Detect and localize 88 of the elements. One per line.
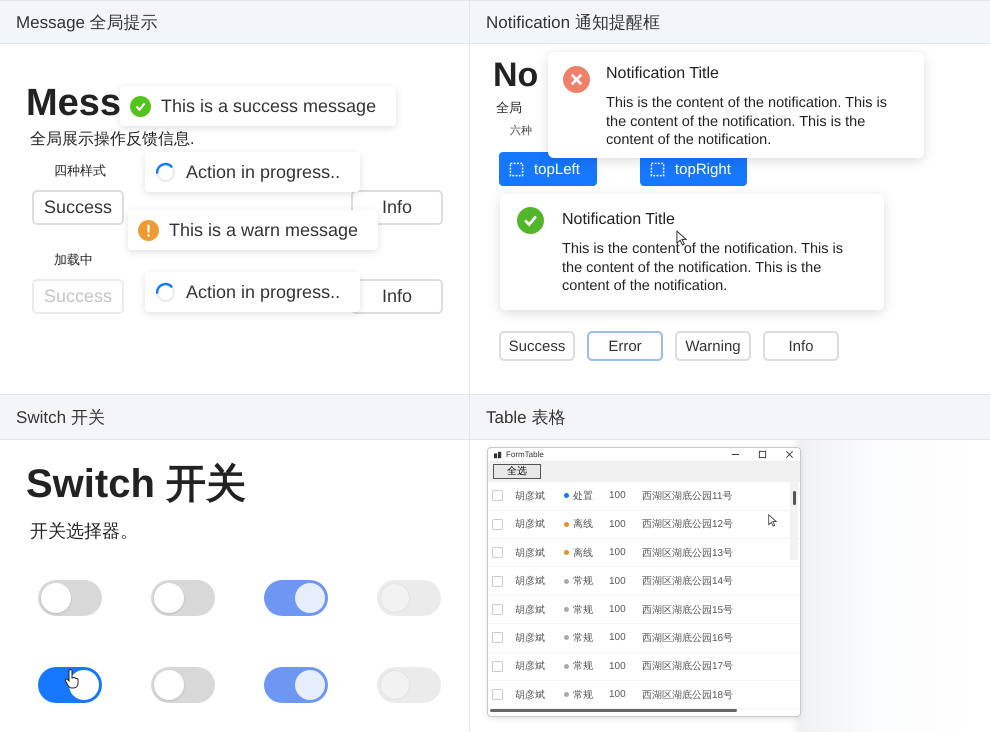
table-cell-text: 100 bbox=[609, 576, 627, 587]
table-cell-text: 西湖区湖底公园16号 bbox=[642, 632, 734, 645]
table-cell-text: 西湖区湖底公园13号 bbox=[642, 546, 734, 560]
table-cell-text: 离线 bbox=[573, 546, 594, 560]
app-icon bbox=[494, 450, 502, 459]
toggle-switch[interactable] bbox=[38, 580, 102, 616]
close-icon[interactable] bbox=[785, 450, 794, 460]
table-cell-text: 常规 bbox=[573, 574, 594, 588]
toast-text: Action in progress.. bbox=[186, 282, 340, 302]
table-cell-text: 西湖区湖底公园15号 bbox=[642, 604, 734, 616]
loading-spinner-icon bbox=[155, 282, 176, 302]
table-cell-text: 胡彦斌 bbox=[515, 660, 546, 674]
table-cell-text: 100 bbox=[609, 660, 627, 672]
demo-button[interactable]: Info bbox=[351, 279, 443, 314]
page-heading: Mess bbox=[26, 84, 122, 122]
section-header: Message 全局提示 bbox=[0, 0, 470, 44]
table-cell-text: 西湖区湖底公园18号 bbox=[642, 688, 734, 702]
section-header: Notification 通知提醒框 bbox=[470, 0, 990, 44]
vertical-scrollbar[interactable] bbox=[790, 482, 798, 560]
table-cell-text: 胡彦斌 bbox=[515, 632, 546, 645]
dashed-square-icon bbox=[650, 162, 665, 176]
select-all-button[interactable]: 全选 bbox=[493, 464, 541, 480]
loading-spinner-icon bbox=[155, 162, 176, 182]
toast-text: This is a success message bbox=[161, 96, 376, 116]
table-cell-text: 胡彦斌 bbox=[515, 688, 546, 702]
table-cell-text: 100 bbox=[609, 689, 627, 700]
table-cell-text: 常规 bbox=[573, 660, 594, 674]
table-cell-text: 西湖区湖底公园12号 bbox=[642, 518, 734, 532]
group-label: 加载中 bbox=[54, 251, 93, 269]
type-button[interactable]: Error bbox=[587, 331, 663, 361]
notification-title: Notification Title bbox=[606, 64, 720, 84]
table-cell-text: 常规 bbox=[573, 688, 594, 702]
table-cell-text: 胡彦斌 bbox=[515, 604, 546, 616]
type-button[interactable]: Info bbox=[763, 331, 839, 361]
table-cell-text: 西湖区湖底公园17号 bbox=[642, 660, 734, 674]
row-checkbox[interactable] bbox=[492, 490, 503, 502]
error-icon bbox=[563, 66, 590, 93]
table-cell-text: 常规 bbox=[573, 632, 594, 645]
table-cell-text: 处置 bbox=[573, 490, 594, 503]
type-button[interactable]: Warning bbox=[675, 331, 751, 361]
table-cell-text: 离线 bbox=[573, 518, 594, 532]
row-checkbox[interactable] bbox=[492, 632, 503, 644]
toggle-switch[interactable] bbox=[151, 580, 215, 616]
toggle-switch[interactable] bbox=[151, 667, 215, 703]
section-header: Switch 开关 bbox=[0, 394, 470, 440]
dashed-square-icon bbox=[509, 162, 524, 176]
pointer-cursor-icon bbox=[768, 514, 777, 528]
table-cell-text: 胡彦斌 bbox=[515, 518, 546, 532]
type-button[interactable]: Success bbox=[499, 331, 575, 361]
position-button[interactable]: topLeft bbox=[499, 152, 597, 186]
group-label: 四种样式 bbox=[54, 162, 106, 180]
table-cell-text: 100 bbox=[609, 547, 627, 558]
row-checkbox[interactable] bbox=[492, 547, 503, 558]
toast-text: Action in progress.. bbox=[186, 162, 340, 182]
table-cell-text: 100 bbox=[609, 604, 627, 615]
description: 开关选择器。 bbox=[30, 520, 139, 542]
table-cell-text: 胡彦斌 bbox=[515, 574, 546, 588]
page-heading: No bbox=[493, 58, 538, 92]
section-header: Table 表格 bbox=[470, 394, 990, 440]
row-checkbox[interactable] bbox=[492, 604, 503, 615]
window-title: FormTable bbox=[506, 450, 544, 460]
row-checkbox[interactable] bbox=[492, 689, 503, 700]
table-cell-text: 100 bbox=[609, 518, 627, 530]
table-cell-text: 西湖区湖底公园14号 bbox=[642, 574, 734, 588]
row-checkbox[interactable] bbox=[492, 576, 503, 587]
warning-icon bbox=[138, 220, 159, 240]
table-cell-text: 100 bbox=[609, 632, 627, 644]
success-icon bbox=[517, 207, 544, 234]
demo-button[interactable]: Success bbox=[32, 190, 124, 225]
table-cell-text: 常规 bbox=[573, 604, 594, 616]
horizontal-scrollbar[interactable] bbox=[490, 709, 737, 712]
table-cell-text: 西湖区湖底公园11号 bbox=[642, 490, 732, 503]
success-icon bbox=[130, 96, 151, 116]
maximize-icon[interactable] bbox=[758, 450, 767, 460]
row-checkbox[interactable] bbox=[492, 660, 503, 672]
notification-title: Notification Title bbox=[562, 210, 676, 230]
row-checkbox[interactable] bbox=[492, 518, 503, 530]
notification-content: This is the content of the notification. This is the content of the notification. This is the content of the notification. bbox=[606, 94, 888, 150]
description: 全局展示操作反馈信息. bbox=[30, 130, 194, 150]
hand-cursor-icon bbox=[64, 669, 80, 689]
notification-content: This is the content of the notification. This is the content of the notification. This is the content of the notification. bbox=[562, 240, 844, 296]
table-cell-text: 胡彦斌 bbox=[515, 546, 546, 560]
table-cell-text: 100 bbox=[609, 490, 627, 502]
page-heading: Switch 开关 bbox=[26, 462, 248, 506]
group-label: 六种 bbox=[510, 124, 533, 138]
toggle-switch[interactable] bbox=[38, 667, 102, 703]
table-cell-text: 胡彦斌 bbox=[515, 490, 546, 503]
description: 全局 bbox=[496, 100, 522, 116]
